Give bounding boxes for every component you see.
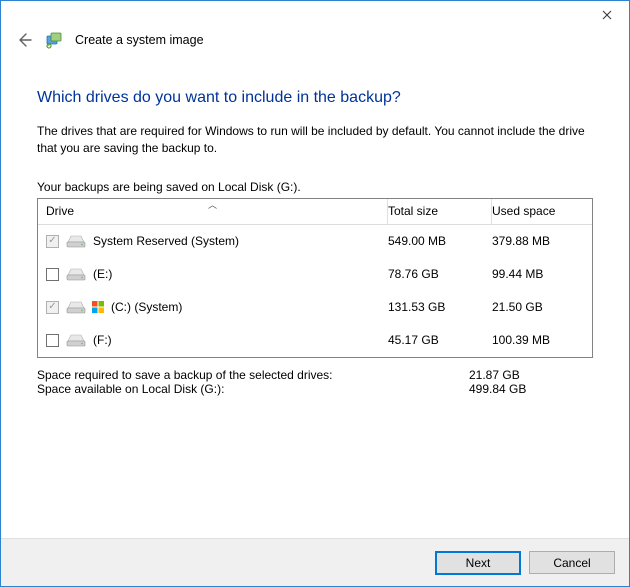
used-space-cell: 21.50 GB	[492, 300, 592, 314]
cancel-button[interactable]: Cancel	[529, 551, 615, 574]
drives-table: Drive ︿ Total size Used space ✓ System Re…	[37, 198, 593, 358]
content-area: Which drives do you want to include in t…	[1, 57, 629, 538]
page-heading: Which drives do you want to include in t…	[37, 89, 593, 107]
summary: Space required to save a backup of the s…	[37, 368, 593, 396]
table-row: (E:) 78.76 GB99.44 MB	[38, 258, 592, 291]
used-space-cell: 379.88 MB	[492, 234, 592, 248]
space-available-value: 499.84 GB	[469, 382, 593, 396]
drive-cell: ✓ System Reserved (System)	[38, 233, 388, 249]
titlebar	[1, 1, 629, 31]
space-available-label: Space available on Local Disk (G:):	[37, 382, 469, 396]
drive-label: (F:)	[93, 333, 112, 347]
drive-checkbox: ✓	[46, 301, 59, 314]
total-size-cell: 78.76 GB	[388, 267, 492, 281]
page-description: The drives that are required for Windows…	[37, 123, 593, 158]
drive-cell: ✓ (C:) (System)	[38, 299, 388, 315]
system-image-icon	[45, 31, 63, 49]
total-size-cell: 45.17 GB	[388, 333, 492, 347]
drive-checkbox[interactable]	[46, 334, 59, 347]
used-space-cell: 100.39 MB	[492, 333, 592, 347]
drive-icon	[65, 266, 87, 282]
checkmark-icon: ✓	[48, 302, 56, 312]
back-button[interactable]	[15, 31, 33, 49]
total-size-cell: 131.53 GB	[388, 300, 492, 314]
wizard-header: Create a system image	[1, 31, 629, 57]
table-row: (F:) 45.17 GB100.39 MB	[38, 324, 592, 357]
column-header-drive[interactable]: Drive ︿	[38, 199, 388, 224]
table-row: ✓ System Reserved (System) 549.00 MB379.88…	[38, 225, 592, 258]
checkmark-icon: ✓	[48, 236, 56, 246]
drive-cell: (E:)	[38, 266, 388, 282]
windows-logo-icon	[91, 300, 105, 314]
drive-icon	[65, 332, 87, 348]
close-icon	[602, 10, 612, 20]
footer: Next Cancel	[1, 538, 629, 586]
drive-label: System Reserved (System)	[93, 234, 239, 248]
space-required-label: Space required to save a backup of the s…	[37, 368, 469, 382]
wizard-title: Create a system image	[75, 33, 204, 47]
table-row: ✓ (C:) (System) 131.53 GB21.50 GB	[38, 291, 592, 324]
total-size-cell: 549.00 MB	[388, 234, 492, 248]
used-space-cell: 99.44 MB	[492, 267, 592, 281]
drive-cell: (F:)	[38, 332, 388, 348]
drive-label: (E:)	[93, 267, 112, 281]
drive-label: (C:) (System)	[111, 300, 182, 314]
sort-indicator-icon: ︿	[208, 198, 217, 211]
drive-icon	[65, 299, 87, 315]
space-required-value: 21.87 GB	[469, 368, 593, 382]
close-button[interactable]	[584, 1, 629, 29]
drive-checkbox[interactable]	[46, 268, 59, 281]
drive-checkbox: ✓	[46, 235, 59, 248]
saving-location-text: Your backups are being saved on Local Di…	[37, 180, 593, 194]
column-header-total[interactable]: Total size	[388, 199, 492, 224]
drive-icon	[65, 233, 87, 249]
next-button[interactable]: Next	[435, 551, 521, 575]
table-header: Drive ︿ Total size Used space	[38, 199, 592, 225]
column-header-used[interactable]: Used space	[492, 204, 592, 218]
